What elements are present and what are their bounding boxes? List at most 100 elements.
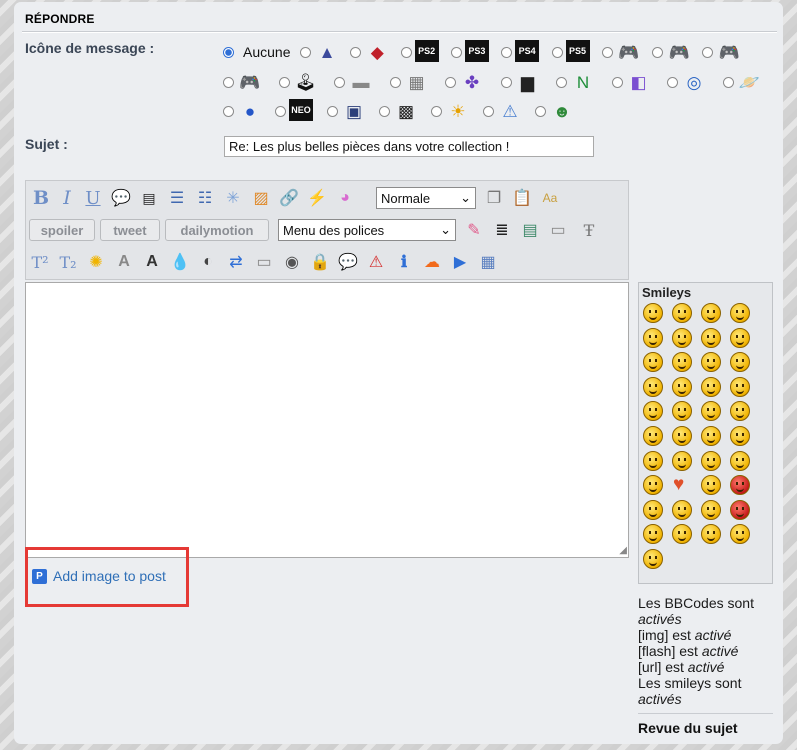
flash-icon[interactable]: ⚡ bbox=[306, 187, 328, 209]
smiley-icon[interactable] bbox=[701, 425, 721, 446]
smiley-icon[interactable] bbox=[730, 425, 750, 446]
highlighter-icon[interactable]: ✎ bbox=[463, 219, 485, 241]
smiley-icon[interactable] bbox=[672, 450, 692, 471]
underline-button[interactable]: U bbox=[82, 187, 104, 209]
radio-warning-icon[interactable] bbox=[483, 106, 494, 117]
radio-snes-console-icon[interactable] bbox=[389, 77, 401, 88]
topic-review-link[interactable]: Revue du sujet bbox=[638, 720, 738, 736]
monitor-icon[interactable]: ▭ bbox=[253, 251, 275, 273]
radio-playstation-icon[interactable] bbox=[350, 47, 362, 58]
window-icon[interactable]: ▭ bbox=[547, 219, 569, 241]
smiley-icon[interactable] bbox=[730, 327, 750, 348]
tweet-button[interactable]: tweet bbox=[100, 219, 160, 241]
smiley-icon[interactable] bbox=[730, 450, 750, 471]
smiley-icon[interactable] bbox=[730, 499, 750, 520]
radio-gamepad-5-icon[interactable] bbox=[278, 77, 290, 88]
smiley-icon[interactable] bbox=[643, 450, 663, 471]
alert-icon[interactable]: ⚠ bbox=[365, 251, 387, 273]
copy-icon[interactable]: ❐ bbox=[483, 187, 505, 209]
radio-lightbulb-icon[interactable] bbox=[431, 106, 442, 117]
smiley-icon[interactable] bbox=[672, 303, 692, 323]
radio-gamecube-icon[interactable] bbox=[611, 77, 623, 88]
radio-none[interactable] bbox=[223, 47, 234, 58]
message-textarea[interactable]: ◢ bbox=[25, 282, 629, 558]
numbered-list-icon[interactable]: ☷ bbox=[194, 187, 216, 209]
smiley-icon[interactable] bbox=[672, 352, 692, 373]
smiley-icon[interactable] bbox=[643, 327, 663, 348]
radio-gamepad-4-icon[interactable] bbox=[223, 77, 234, 88]
smiley-icon[interactable] bbox=[643, 401, 663, 422]
soundcloud-icon[interactable]: ☁ bbox=[421, 251, 443, 273]
smiley-icon[interactable] bbox=[701, 352, 721, 373]
contrast-icon[interactable]: ◐ bbox=[197, 251, 219, 273]
smiley-icon[interactable] bbox=[643, 548, 663, 569]
smiley-icon[interactable] bbox=[672, 401, 692, 422]
smiley-icon[interactable] bbox=[730, 401, 750, 422]
italic-button[interactable]: I bbox=[56, 187, 78, 209]
image-icon[interactable]: ▨ bbox=[250, 187, 272, 209]
smiley-icon[interactable] bbox=[730, 376, 750, 397]
radio-neogeo-icon[interactable] bbox=[275, 106, 286, 117]
smiley-icon[interactable] bbox=[701, 475, 721, 496]
smiley-icon[interactable] bbox=[672, 425, 692, 446]
radio-ps5-icon[interactable] bbox=[551, 47, 563, 58]
strikethrough-icon[interactable]: Ŧ bbox=[578, 219, 600, 241]
quote-icon[interactable]: 💬 bbox=[110, 187, 132, 209]
radio-gamepad-2-icon[interactable] bbox=[652, 47, 664, 58]
subscript-icon[interactable]: T₂ bbox=[57, 251, 79, 273]
smiley-icon[interactable] bbox=[701, 524, 721, 545]
smiley-icon[interactable] bbox=[730, 352, 750, 373]
smiley-icon[interactable] bbox=[643, 475, 663, 496]
radio-chip-icon[interactable] bbox=[379, 106, 390, 117]
hide-icon[interactable]: ◉ bbox=[281, 251, 303, 273]
bold-button[interactable]: B bbox=[30, 187, 52, 209]
smiley-icon[interactable] bbox=[701, 327, 721, 348]
smiley-icon[interactable] bbox=[643, 524, 663, 545]
smiley-icon[interactable] bbox=[643, 425, 663, 446]
dailymotion-button[interactable]: dailymotion bbox=[165, 219, 269, 241]
smiley-icon[interactable] bbox=[730, 303, 750, 323]
radio-n64-logo-icon[interactable] bbox=[556, 77, 567, 88]
arrows-icon[interactable]: ⇄ bbox=[225, 251, 247, 273]
resize-grip[interactable]: ◢ bbox=[619, 545, 627, 556]
paste-icon[interactable]: 📋 bbox=[511, 187, 533, 209]
radio-ps4-icon[interactable] bbox=[501, 47, 513, 58]
radio-gamepad-1-icon[interactable] bbox=[601, 47, 613, 58]
grid-icon[interactable]: ▦ bbox=[477, 251, 499, 273]
info-icon[interactable]: ℹ bbox=[393, 251, 415, 273]
speech-icon[interactable]: 💬 bbox=[337, 251, 359, 273]
color-wheel-icon[interactable]: ◕ bbox=[334, 187, 356, 209]
font-select[interactable]: Menu des polices ⌄ bbox=[278, 219, 456, 241]
text-glow-icon[interactable]: A bbox=[141, 251, 163, 273]
radio-triangle-logo-icon[interactable] bbox=[300, 47, 311, 58]
size-select[interactable]: Normale ⌄ bbox=[376, 187, 476, 209]
lock-icon[interactable]: 🔒 bbox=[309, 251, 331, 273]
smiley-icon[interactable] bbox=[730, 524, 750, 545]
smiley-icon[interactable] bbox=[672, 499, 692, 520]
radio-ps2-icon[interactable] bbox=[400, 47, 412, 58]
radio-dreamcast-icon[interactable] bbox=[667, 77, 678, 88]
smiley-icon[interactable] bbox=[643, 303, 663, 323]
radio-saturn-planet-icon[interactable] bbox=[722, 77, 734, 88]
smiley-icon[interactable] bbox=[701, 450, 721, 471]
radio-sonic-icon[interactable] bbox=[223, 106, 234, 117]
subject-input[interactable]: Re: Les plus belles pièces dans votre co… bbox=[224, 136, 594, 157]
font-format-icon[interactable]: Aa bbox=[539, 187, 561, 209]
smiley-icon[interactable] bbox=[701, 303, 721, 323]
radio-nes-console-icon[interactable] bbox=[334, 77, 345, 88]
smiley-icon[interactable] bbox=[672, 474, 692, 496]
add-image-link[interactable]: P Add image to post bbox=[32, 568, 166, 584]
superscript-icon[interactable]: T² bbox=[29, 251, 51, 273]
smiley-icon[interactable] bbox=[643, 499, 663, 520]
code-icon[interactable]: ▤ bbox=[138, 187, 160, 209]
smiley-icon[interactable] bbox=[672, 376, 692, 397]
drop-icon[interactable]: 💧 bbox=[169, 251, 191, 273]
spoiler-button[interactable]: spoiler bbox=[29, 219, 95, 241]
asterisk-icon[interactable]: ✳ bbox=[222, 187, 244, 209]
link-icon[interactable]: 🔗 bbox=[278, 187, 300, 209]
align-center-icon[interactable]: ≣ bbox=[491, 219, 513, 241]
smiley-icon[interactable] bbox=[701, 401, 721, 422]
radio-ps3-icon[interactable] bbox=[450, 47, 462, 58]
smiley-icon[interactable] bbox=[730, 475, 750, 496]
smiley-icon[interactable] bbox=[643, 376, 663, 397]
